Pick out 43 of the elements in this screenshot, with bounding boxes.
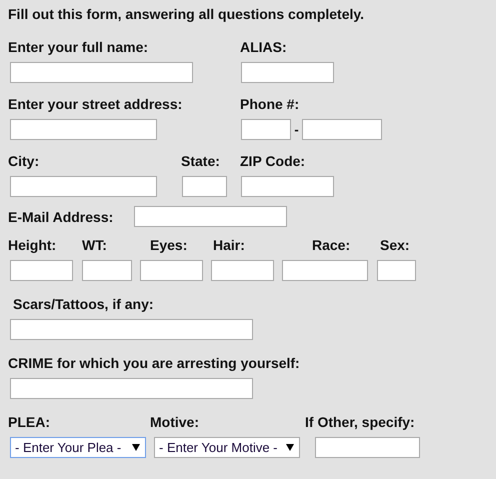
input-field[interactable] [82,260,132,281]
form-instruction: Fill out this form, answering all questions completely. [8,6,366,23]
field-label: Enter your street address: [8,96,182,112]
field-label: City: [8,153,40,169]
caret-icon [286,444,294,451]
input-field[interactable] [211,260,274,281]
field-label: Sex: [380,237,410,253]
input-field[interactable] [241,62,334,83]
field-label: State: [181,153,220,169]
input-field[interactable] [140,260,203,281]
dropdown[interactable]: - Enter Your Motive - [154,437,300,458]
field-label: If Other, specify: [305,414,415,430]
input-field[interactable] [10,176,157,197]
separator-text: - [294,122,299,137]
field-label: Height: [8,237,56,253]
caret-icon [132,444,140,451]
input-field[interactable] [10,62,193,83]
input-field[interactable] [241,119,291,140]
input-field[interactable] [10,378,253,399]
field-label: ZIP Code: [240,153,306,169]
field-label: E-Mail Address: [8,208,114,224]
input-field[interactable] [282,260,368,281]
input-field[interactable] [241,176,334,197]
field-label: Hair: [213,237,245,253]
input-field[interactable] [134,206,287,227]
input-field[interactable] [10,319,253,340]
input-field[interactable] [302,119,382,140]
input-field[interactable] [10,260,73,281]
field-label: CRIME for which you are arresting yourself: [8,355,300,371]
field-label: ALIAS: [240,39,287,55]
field-label: Motive: [150,414,199,430]
field-label: PLEA: [8,414,50,430]
input-field[interactable] [315,437,420,458]
field-label: Race: [312,237,350,253]
input-field[interactable] [182,176,227,197]
field-label: Scars/Tattoos, if any: [13,296,154,312]
field-label: Eyes: [150,237,188,253]
input-field[interactable] [10,119,157,140]
field-label: Enter your full name: [8,39,148,55]
field-label: Phone #: [240,96,300,112]
dropdown[interactable]: - Enter Your Plea - [10,437,146,458]
input-field[interactable] [377,260,416,281]
field-label: WT: [82,237,107,253]
